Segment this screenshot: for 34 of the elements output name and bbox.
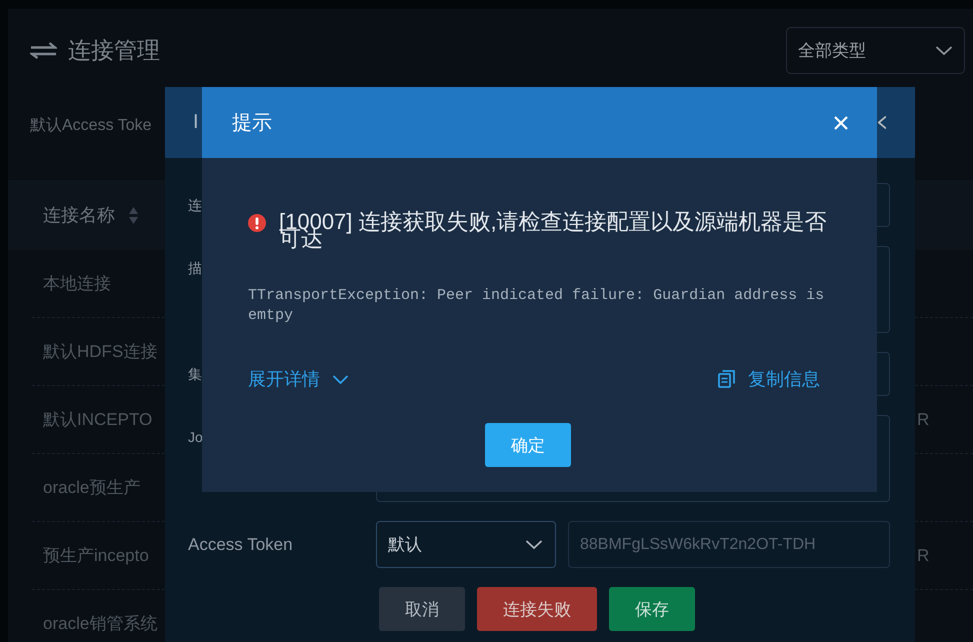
table-cell-text: 默认INCEPTO	[43, 409, 152, 431]
table-cell: R	[917, 546, 930, 566]
field-label: 描	[188, 259, 202, 278]
copy-icon	[718, 370, 735, 388]
connect-failed-button[interactable]: 连接失败	[477, 587, 597, 631]
error-icon	[248, 214, 266, 232]
page-title: 连接管理	[68, 36, 160, 65]
field-label: 连	[188, 196, 202, 215]
table-cell-text: oracle预生产	[43, 477, 140, 499]
table-cell: R	[917, 410, 930, 430]
field-label: Access Token	[188, 534, 293, 556]
chevron-down-icon	[526, 540, 542, 549]
error-message: [10007] 连接获取失败,请检查连接配置以及源端机器是否可达	[279, 213, 828, 247]
table-cell-text: 本地连接	[43, 273, 111, 295]
copy-info-link[interactable]: 复制信息	[718, 367, 820, 391]
table-cell-text: 预生产incepto	[43, 545, 149, 567]
table-cell-text: oracle销管系统	[43, 613, 158, 635]
field-label: Jo	[188, 428, 203, 447]
alert-title: 提示	[232, 111, 272, 136]
confirm-button[interactable]: 确定	[485, 423, 571, 467]
error-detail: TTransportException: Peer indicated failure: Guardian address is emtpy	[248, 286, 826, 326]
column-header[interactable]: 连接名称	[43, 203, 115, 227]
field-label: 集	[188, 365, 202, 384]
save-button[interactable]: 保存	[609, 587, 695, 631]
expand-details-link[interactable]: 展开详情	[248, 367, 348, 391]
chevron-down-icon	[936, 46, 952, 55]
swap-icon	[30, 42, 57, 59]
token-select[interactable]: 默认	[376, 521, 556, 568]
dialog-title: I	[193, 111, 199, 134]
close-icon[interactable]	[878, 116, 886, 129]
table-cell-text: 默认HDFS连接	[43, 341, 158, 363]
cancel-button[interactable]: 取消	[379, 587, 465, 631]
access-token-text: 默认Access Toke	[30, 116, 152, 136]
type-filter-dropdown[interactable]: 全部类型	[786, 27, 965, 74]
